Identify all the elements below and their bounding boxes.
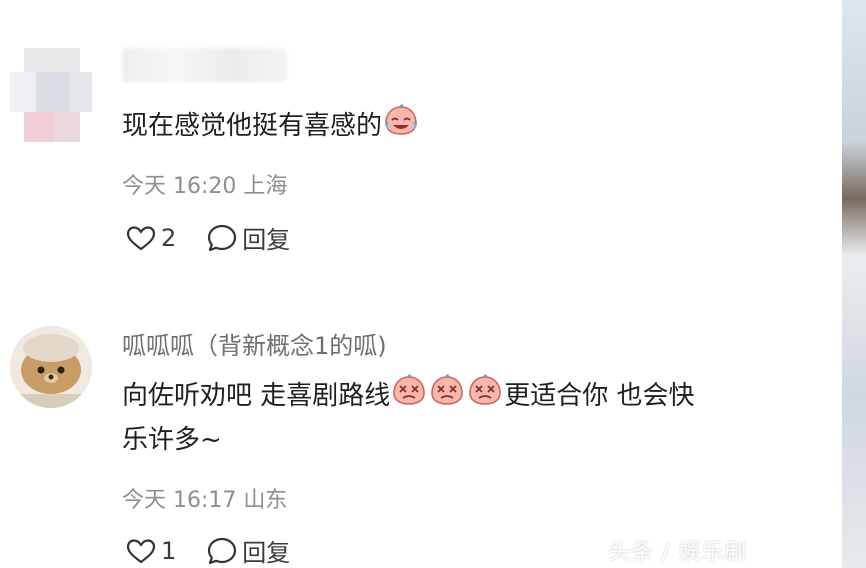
comment-username[interactable]: 呱呱呱（背新概念1的呱)	[122, 326, 387, 361]
dizzy-face-icon	[391, 374, 427, 419]
reply-button[interactable]: 回复	[206, 533, 290, 568]
dizzy-face-icon	[429, 374, 465, 419]
background-photo-edge	[842, 0, 866, 568]
comment-actions: 1 回复	[125, 533, 290, 568]
comment-item-2: 呱呱呱（背新概念1的呱) 向佐听劝吧 走喜剧路线 更适合你 也会快 乐许多~ 今天…	[0, 0, 842, 568]
comment-location: 山东	[243, 488, 288, 513]
like-button[interactable]: 1	[125, 537, 176, 565]
teddy-bear-avatar-image	[10, 326, 92, 408]
avatar[interactable]	[10, 326, 92, 408]
reply-label: 回复	[242, 539, 291, 567]
dizzy-face-icon	[467, 374, 503, 419]
heart-icon	[125, 537, 157, 565]
comment-text: 向佐听劝吧 走喜剧路线 更适合你 也会快 乐许多~	[122, 374, 695, 461]
watermark: 头条 / 娱乐剧	[608, 540, 748, 565]
speech-bubble-icon	[206, 536, 238, 566]
like-count: 1	[161, 536, 177, 565]
comment-time: 今天 16:17	[122, 488, 237, 513]
comment-meta: 今天 16:17 山东	[122, 482, 287, 514]
